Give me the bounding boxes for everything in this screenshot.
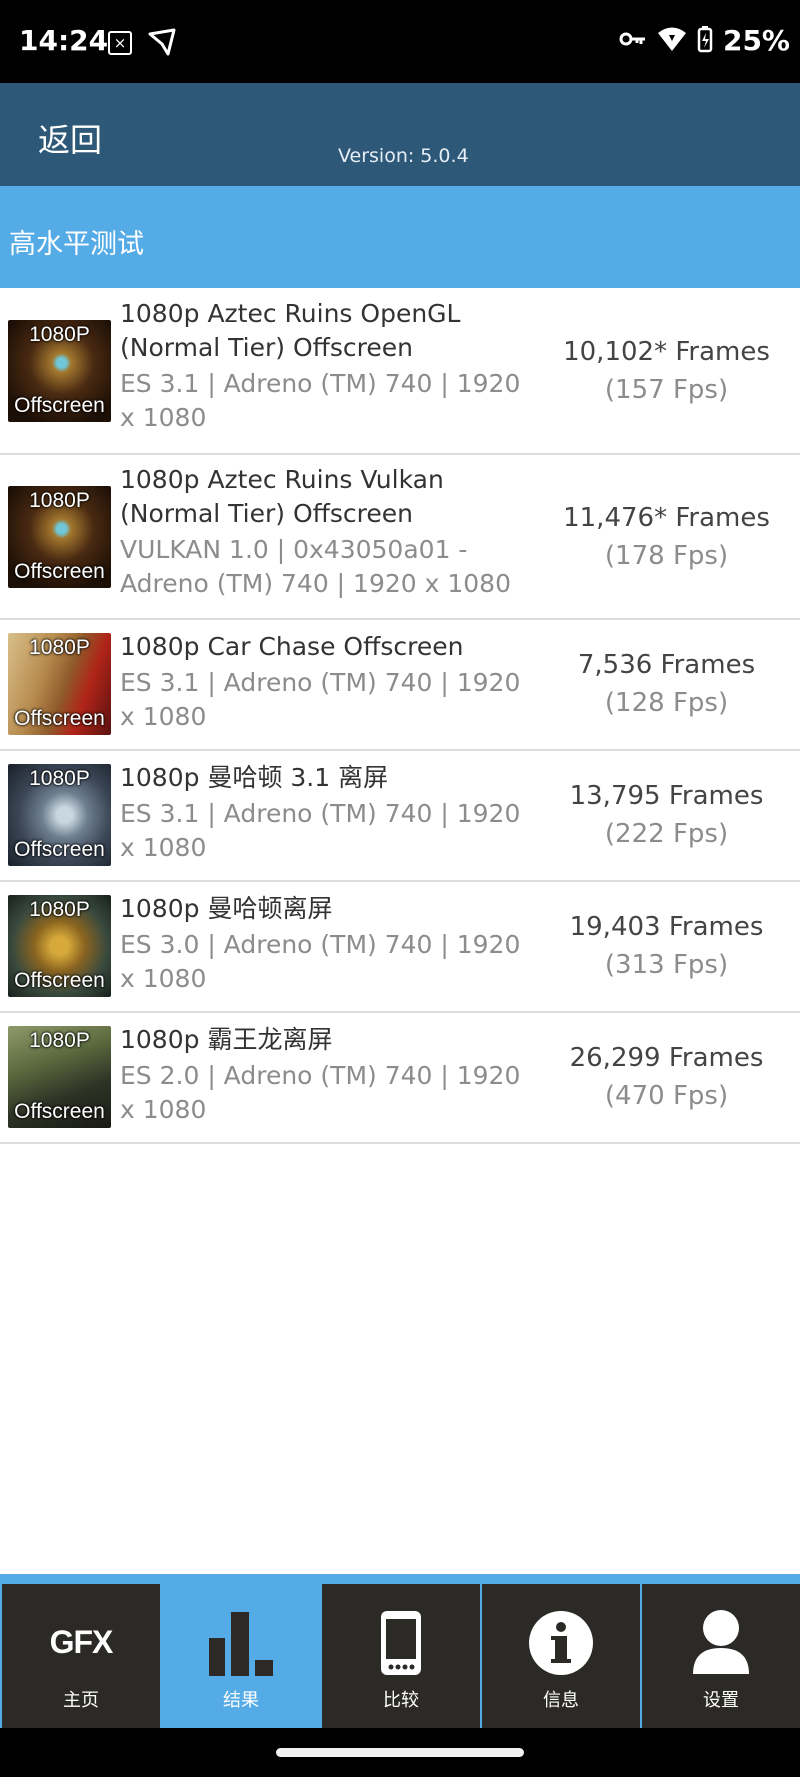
home-gesture-handle[interactable] — [276, 1748, 524, 1757]
info-icon — [482, 1610, 640, 1676]
test-description: ES 3.1 | Adreno (TM) 740 | 1920 x 1080 — [120, 369, 521, 432]
test-frames: 7,536 Frames — [577, 650, 756, 680]
battery-percent: 25% — [722, 24, 790, 57]
status-time: 14:24 — [19, 24, 109, 57]
test-fps: (157 Fps) — [604, 375, 729, 405]
test-fps: (178 Fps) — [604, 541, 729, 571]
result-row-aztec-vulkan[interactable]: 1080P Offscreen 1080p Aztec Ruins Vulkan… — [0, 455, 800, 620]
tab-label: 结果 — [223, 1690, 259, 1711]
tab-label: 主页 — [63, 1690, 99, 1711]
user-icon — [642, 1610, 800, 1676]
test-name: 1080p Aztec Ruins Vulkan (Normal Tier) O… — [120, 465, 444, 528]
test-frames: 13,795 Frames — [569, 781, 764, 811]
result-row-t-rex[interactable]: 1080P Offscreen 1080p 霸王龙离屏 ES 2.0 | Adr… — [0, 1013, 800, 1144]
test-name: 1080p 霸王龙离屏 — [120, 1025, 333, 1054]
battery-icon — [697, 25, 713, 57]
test-frames: 26,299 Frames — [569, 1043, 764, 1073]
tab-label: 信息 — [543, 1690, 579, 1711]
notification-close-icon: × — [108, 31, 132, 55]
test-description: VULKAN 1.0 | 0x43050a01 - Adreno (TM) 74… — [120, 535, 511, 598]
test-description: ES 2.0 | Adreno (TM) 740 | 1920 x 1080 — [120, 1061, 521, 1124]
result-row-manhattan-31[interactable]: 1080P Offscreen 1080p 曼哈顿 3.1 离屏 ES 3.1 … — [0, 751, 800, 882]
tab-settings[interactable]: 设置 — [642, 1584, 800, 1728]
test-fps: (470 Fps) — [604, 1081, 729, 1111]
test-name: 1080p 曼哈顿离屏 — [120, 894, 333, 923]
system-nav-bar — [0, 1728, 800, 1777]
tab-label: 设置 — [703, 1690, 739, 1711]
tab-home[interactable]: GFX 主页 — [2, 1584, 160, 1728]
wifi-icon — [657, 26, 687, 56]
test-description: ES 3.1 | Adreno (TM) 740 | 1920 x 1080 — [120, 668, 521, 731]
test-description: ES 3.1 | Adreno (TM) 740 | 1920 x 1080 — [120, 799, 521, 862]
test-frames: 19,403 Frames — [569, 912, 764, 942]
test-fps: (313 Fps) — [604, 950, 729, 980]
test-fps: (128 Fps) — [604, 688, 729, 718]
bottom-tab-bar: GFX 主页 结果 比较 信息 设置 — [0, 1574, 800, 1728]
app-header: 返回 Version: 5.0.4 — [0, 83, 800, 186]
section-title: 高水平测试 — [9, 229, 144, 260]
test-thumbnail: 1080P Offscreen — [8, 320, 111, 422]
version-label: Version: 5.0.4 — [338, 145, 469, 167]
test-thumbnail: 1080P Offscreen — [8, 633, 111, 735]
test-thumbnail: 1080P Offscreen — [8, 486, 111, 588]
gfx-logo-icon: GFX — [49, 1624, 114, 1660]
section-header: 高水平测试 — [0, 186, 800, 288]
test-frames: 10,102* Frames — [563, 337, 770, 367]
navigation-arrow-icon — [148, 28, 176, 60]
test-frames: 11,476* Frames — [563, 503, 770, 533]
status-bar: 14:24 × 25% — [0, 0, 800, 83]
result-row-car-chase[interactable]: 1080P Offscreen 1080p Car Chase Offscree… — [0, 620, 800, 751]
test-name: 1080p Aztec Ruins OpenGL (Normal Tier) O… — [120, 299, 461, 362]
tab-info[interactable]: 信息 — [482, 1584, 640, 1728]
results-list: 1080P Offscreen 1080p Aztec Ruins OpenGL… — [0, 289, 800, 1144]
phone-icon — [322, 1610, 480, 1676]
bar-chart-icon — [162, 1610, 320, 1676]
tab-results[interactable]: 结果 — [162, 1584, 320, 1728]
test-name: 1080p Car Chase Offscreen — [120, 632, 464, 661]
tab-compare[interactable]: 比较 — [322, 1584, 480, 1728]
result-row-aztec-opengl[interactable]: 1080P Offscreen 1080p Aztec Ruins OpenGL… — [0, 289, 800, 455]
result-row-manhattan[interactable]: 1080P Offscreen 1080p 曼哈顿离屏 ES 3.0 | Adr… — [0, 882, 800, 1013]
test-fps: (222 Fps) — [604, 819, 729, 849]
test-name: 1080p 曼哈顿 3.1 离屏 — [120, 763, 389, 792]
test-description: ES 3.0 | Adreno (TM) 740 | 1920 x 1080 — [120, 930, 521, 993]
test-thumbnail: 1080P Offscreen — [8, 895, 111, 997]
test-thumbnail: 1080P Offscreen — [8, 764, 111, 866]
tab-label: 比较 — [383, 1690, 419, 1711]
test-thumbnail: 1080P Offscreen — [8, 1026, 111, 1128]
vpn-key-icon — [619, 29, 647, 53]
back-button[interactable]: 返回 — [38, 115, 102, 161]
